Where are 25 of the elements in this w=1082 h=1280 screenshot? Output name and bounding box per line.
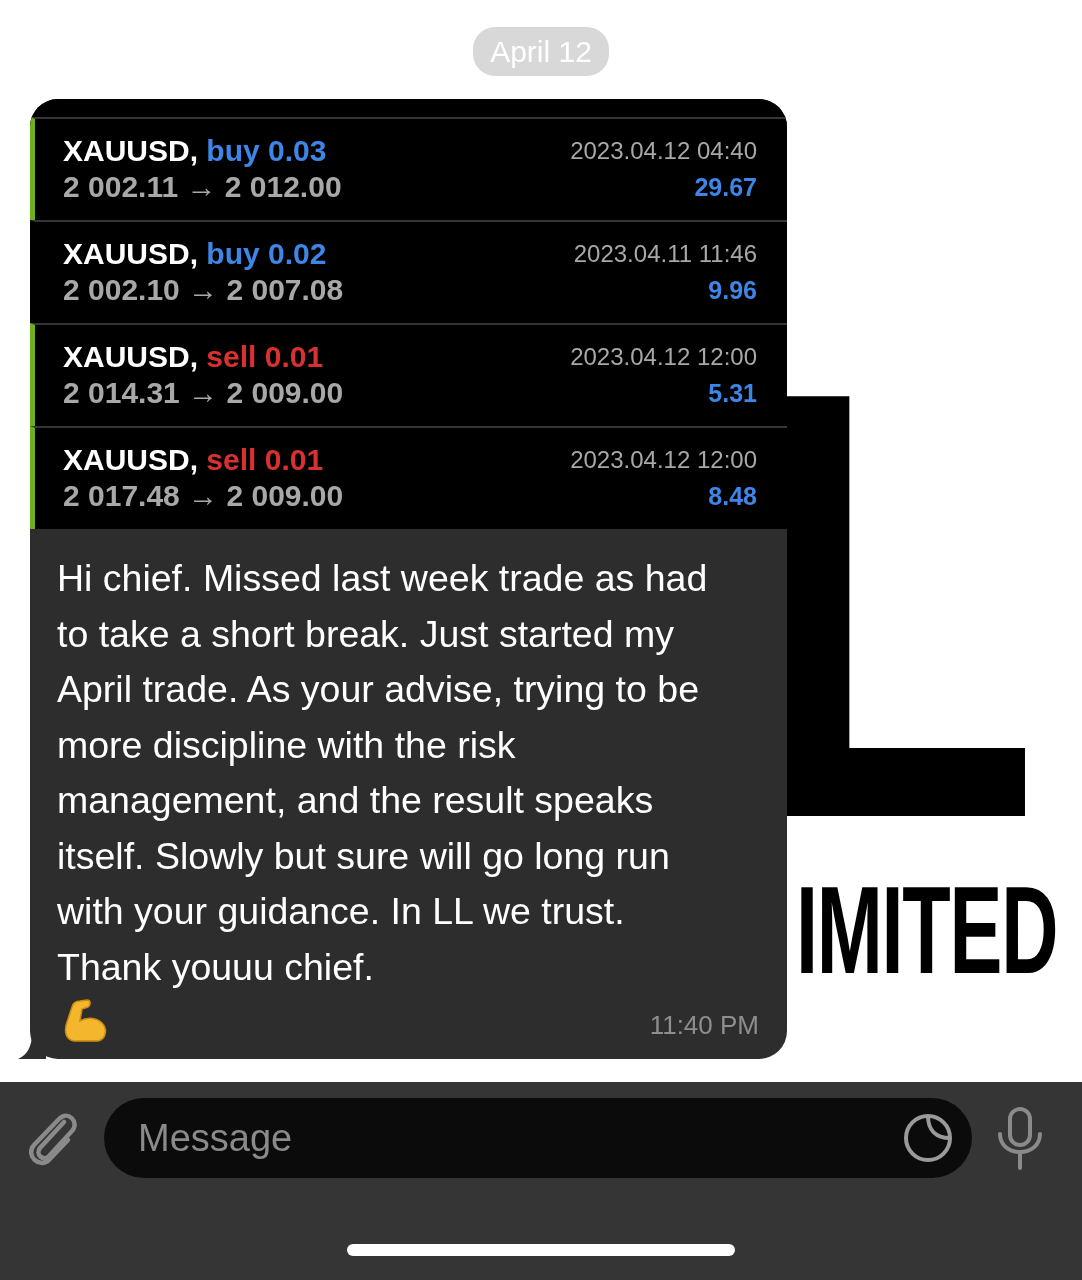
trade-symbol: XAUUSD,: [63, 134, 198, 167]
trade-time: 2023.04.12 12:00: [570, 445, 757, 475]
message-time: 11:40 PM: [649, 1009, 759, 1042]
trade-profit: 8.48: [707, 481, 757, 512]
trade-profit: 5.31: [707, 378, 757, 409]
trade-prices: 2 002.11 → 2 012.00: [63, 169, 342, 205]
trade-time: 2023.04.12 12:00: [570, 342, 757, 372]
trade-symbol: XAUUSD,: [63, 443, 198, 476]
trade-symbol: XAUUSD,: [63, 340, 198, 373]
trade-order: sell 0.01: [206, 443, 324, 476]
trade-order: sell 0.01: [206, 340, 324, 373]
trade-prices: 2 017.48 → 2 009.00: [63, 478, 344, 514]
trade-prices: 2 002.10 → 2 007.08: [63, 272, 344, 308]
message-text: Hi chief. Missed last week trade as had to take a short break. Just started my April trade. As your advise, trying to be more discipline with the risk management, and the result speaks itself. Slowly but sure will go long run with your guidance. In LL we trust. Thank youuu chief.: [56, 556, 709, 990]
sticker-icon[interactable]: [902, 1112, 954, 1164]
message-field[interactable]: Message: [104, 1098, 972, 1178]
wallpaper-logo-text: IMITED: [795, 868, 1057, 992]
trade-profit: 29.67: [693, 172, 757, 203]
trade-order: buy 0.02: [206, 237, 327, 270]
trade-symbol: XAUUSD,: [63, 237, 198, 270]
trade-prices: 2 014.31 → 2 009.00: [63, 375, 344, 411]
trade-order: buy 0.03: [206, 134, 327, 167]
trade-time: 2023.04.12 04:40: [570, 136, 757, 166]
trade-profit: 9.96: [707, 275, 757, 306]
trade-time: 2023.04.11 11:46: [573, 239, 757, 269]
